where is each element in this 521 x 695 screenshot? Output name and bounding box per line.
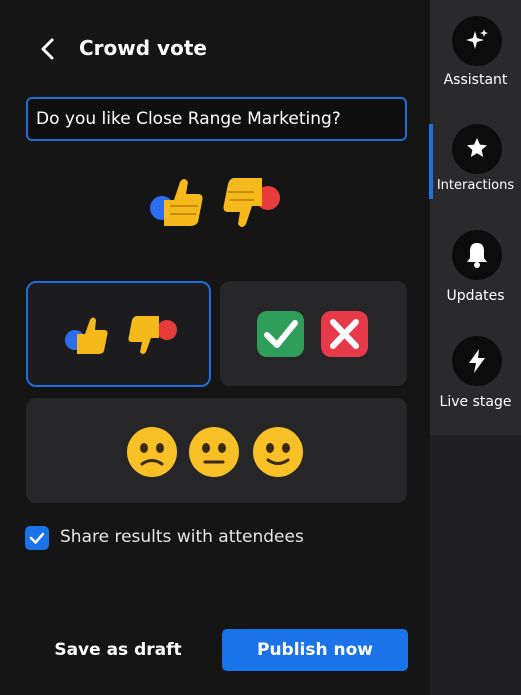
back-icon[interactable] — [37, 37, 59, 61]
lightning-icon — [469, 349, 485, 373]
vote-option-thumbs[interactable] — [26, 281, 211, 387]
sad-face-icon — [127, 427, 177, 477]
star-icon — [467, 138, 487, 157]
checkmark-icon — [29, 532, 45, 544]
save-draft-button[interactable]: Save as draft — [36, 630, 200, 670]
sparkle-icon — [466, 29, 488, 49]
neutral-face-icon — [189, 427, 239, 477]
crowd-vote-panel: Crowd vote Do you like Close Range Marke… — [0, 0, 430, 695]
sidebar-label-interactions: Interactions — [436, 178, 515, 193]
active-tab-indicator — [429, 124, 433, 199]
thumbs-up-icon — [150, 179, 203, 226]
bell-icon — [467, 243, 487, 268]
share-results-label: Share results with attendees — [60, 527, 304, 547]
sidebar-label-live-stage: Live stage — [439, 394, 512, 410]
vote-option-check-cross[interactable] — [220, 281, 407, 386]
vote-option-faces[interactable] — [26, 398, 407, 503]
sidebar-item-assistant[interactable]: Assistant — [430, 10, 521, 110]
sidebar-item-live-stage[interactable]: Live stage — [430, 330, 521, 430]
thumbs-up-icon — [65, 316, 177, 354]
share-results-checkbox[interactable] — [25, 526, 49, 550]
publish-now-button[interactable]: Publish now — [222, 629, 408, 671]
sidebar-label-updates: Updates — [446, 288, 505, 304]
sidebar-label-assistant: Assistant — [443, 72, 508, 88]
thumbs-down-icon — [223, 178, 280, 227]
happy-face-icon — [253, 427, 303, 477]
question-input[interactable] — [26, 97, 407, 141]
emoji-faces-icon — [127, 427, 303, 477]
sidebar-item-interactions[interactable]: Interactions — [430, 118, 521, 218]
check-mark-icon — [257, 311, 368, 357]
sidebar-item-updates[interactable]: Updates — [430, 224, 521, 324]
page-title: Crowd vote — [79, 36, 207, 60]
vote-preview-emoji — [150, 178, 280, 227]
right-sidebar: Assistant Interactions Updates Live stag… — [430, 0, 521, 695]
